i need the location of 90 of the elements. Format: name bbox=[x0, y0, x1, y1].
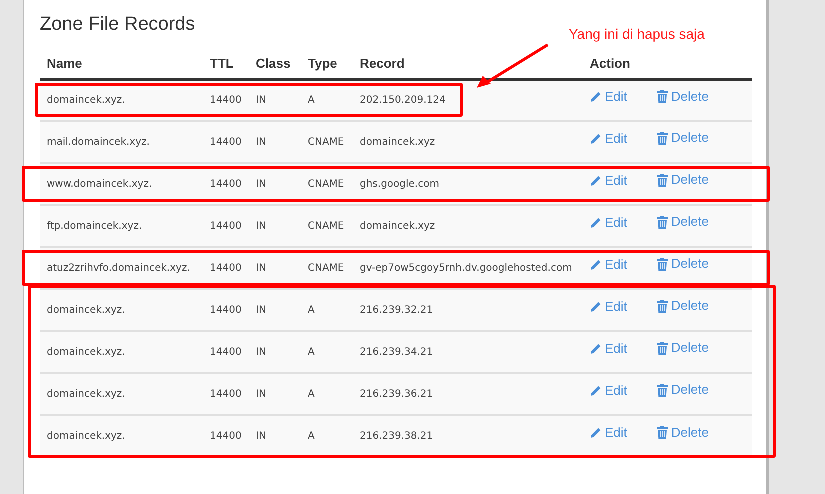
edit-link[interactable]: Edit bbox=[590, 170, 628, 190]
trash-icon bbox=[657, 216, 668, 229]
delete-link[interactable]: Delete bbox=[657, 296, 709, 316]
table-cell: 14400 bbox=[210, 262, 242, 274]
annotation-arrow bbox=[477, 44, 549, 88]
table-cell: domaincek.xyz. bbox=[47, 304, 126, 316]
table-cell: domaincek.xyz bbox=[360, 136, 436, 148]
table-cell: IN bbox=[256, 388, 266, 400]
table-cell: gv-ep7ow5cgoy5rnh.dv.googlehosted.com bbox=[360, 262, 572, 274]
table-cell: mail.domaincek.xyz. bbox=[47, 136, 150, 148]
table-cell: IN bbox=[256, 262, 266, 274]
column-header: Type bbox=[308, 56, 338, 70]
trash-icon bbox=[657, 384, 668, 397]
table-cell: 216.239.38.21 bbox=[360, 431, 434, 442]
column-header: Record bbox=[360, 56, 405, 70]
table-cell: 14400 bbox=[210, 94, 242, 106]
table-cell: A bbox=[308, 346, 315, 358]
delete-link[interactable]: Delete bbox=[657, 338, 709, 358]
table-cell: 14400 bbox=[210, 178, 242, 190]
table-cell: IN bbox=[256, 431, 266, 442]
table-cell: IN bbox=[256, 178, 266, 190]
delete-link[interactable]: Delete bbox=[657, 380, 709, 400]
table-cell: CNAME bbox=[308, 178, 344, 190]
table-cell: 216.239.36.21 bbox=[360, 388, 434, 400]
delete-link[interactable]: Delete bbox=[657, 128, 709, 148]
trash-icon bbox=[657, 426, 668, 440]
edit-link[interactable]: Edit bbox=[590, 212, 628, 232]
table-cell: IN bbox=[256, 136, 266, 148]
table-cell: CNAME bbox=[308, 136, 344, 148]
pencil-icon bbox=[590, 90, 602, 103]
table-cell: 14400 bbox=[210, 388, 242, 400]
table-cell: ftp.domaincek.xyz. bbox=[47, 220, 142, 232]
pencil-icon bbox=[590, 258, 602, 271]
table-cell: 14400 bbox=[210, 431, 242, 442]
trash-icon bbox=[657, 174, 668, 187]
table-cell: domaincek.xyz. bbox=[47, 388, 126, 400]
table-cell: domaincek.xyz. bbox=[47, 94, 126, 106]
table-cell: IN bbox=[256, 94, 266, 106]
delete-link[interactable]: Delete bbox=[657, 170, 709, 190]
pencil-icon bbox=[590, 174, 602, 187]
table-cell: www.domaincek.xyz. bbox=[47, 178, 152, 190]
column-header: Name bbox=[47, 56, 82, 70]
edit-link[interactable]: Edit bbox=[590, 254, 628, 274]
table-cell: ghs.google.com bbox=[360, 178, 440, 190]
table-cell: domaincek.xyz bbox=[360, 220, 436, 232]
trash-icon bbox=[657, 342, 668, 355]
table-cell: IN bbox=[256, 220, 266, 232]
trash-icon bbox=[657, 258, 668, 271]
edit-link[interactable]: Edit bbox=[590, 128, 628, 148]
table-cell: IN bbox=[256, 346, 266, 358]
table-cell: domaincek.xyz. bbox=[47, 431, 126, 442]
pencil-icon bbox=[590, 342, 602, 355]
trash-icon bbox=[657, 300, 668, 313]
pencil-icon bbox=[590, 216, 602, 229]
section-title: Zone File Records bbox=[40, 13, 196, 37]
delete-link[interactable]: Delete bbox=[657, 212, 709, 232]
table-cell: A bbox=[308, 388, 315, 400]
edit-link[interactable]: Edit bbox=[590, 87, 628, 107]
pencil-icon bbox=[590, 300, 602, 313]
edit-link[interactable]: Edit bbox=[590, 423, 628, 443]
pencil-icon bbox=[590, 132, 602, 145]
edit-link[interactable]: Edit bbox=[590, 296, 628, 316]
trash-icon bbox=[657, 132, 668, 145]
table-cell: 216.239.34.21 bbox=[360, 346, 434, 358]
table-cell: atuz2zrihvfo.domaincek.xyz. bbox=[47, 262, 190, 274]
pencil-icon bbox=[590, 384, 602, 397]
table-cell: CNAME bbox=[308, 262, 344, 274]
column-header: TTL bbox=[210, 56, 234, 70]
column-header: Class bbox=[256, 56, 291, 70]
trash-icon bbox=[657, 90, 668, 103]
edit-link[interactable]: Edit bbox=[590, 338, 628, 358]
edit-link[interactable]: Edit bbox=[590, 380, 628, 400]
table-cell: 216.239.32.21 bbox=[360, 304, 434, 316]
table-cell: IN bbox=[256, 304, 266, 316]
delete-link[interactable]: Delete bbox=[657, 86, 709, 106]
table-cell: 14400 bbox=[210, 304, 242, 316]
delete-link[interactable]: Delete bbox=[657, 254, 709, 274]
table-cell: 14400 bbox=[210, 136, 242, 148]
table-cell: domaincek.xyz. bbox=[47, 346, 126, 358]
table-cell: 14400 bbox=[210, 346, 242, 358]
pencil-icon bbox=[590, 427, 602, 440]
column-header: Action bbox=[590, 56, 630, 70]
table-cell: 14400 bbox=[210, 220, 242, 232]
table-cell: A bbox=[308, 94, 315, 106]
annotation-note: Yang ini di hapus saja bbox=[569, 25, 705, 44]
table-cell: 202.150.209.124 bbox=[360, 94, 446, 106]
delete-link[interactable]: Delete bbox=[657, 422, 709, 442]
table-cell: A bbox=[308, 304, 315, 316]
table-cell: CNAME bbox=[308, 220, 344, 232]
table-cell: A bbox=[308, 431, 315, 442]
